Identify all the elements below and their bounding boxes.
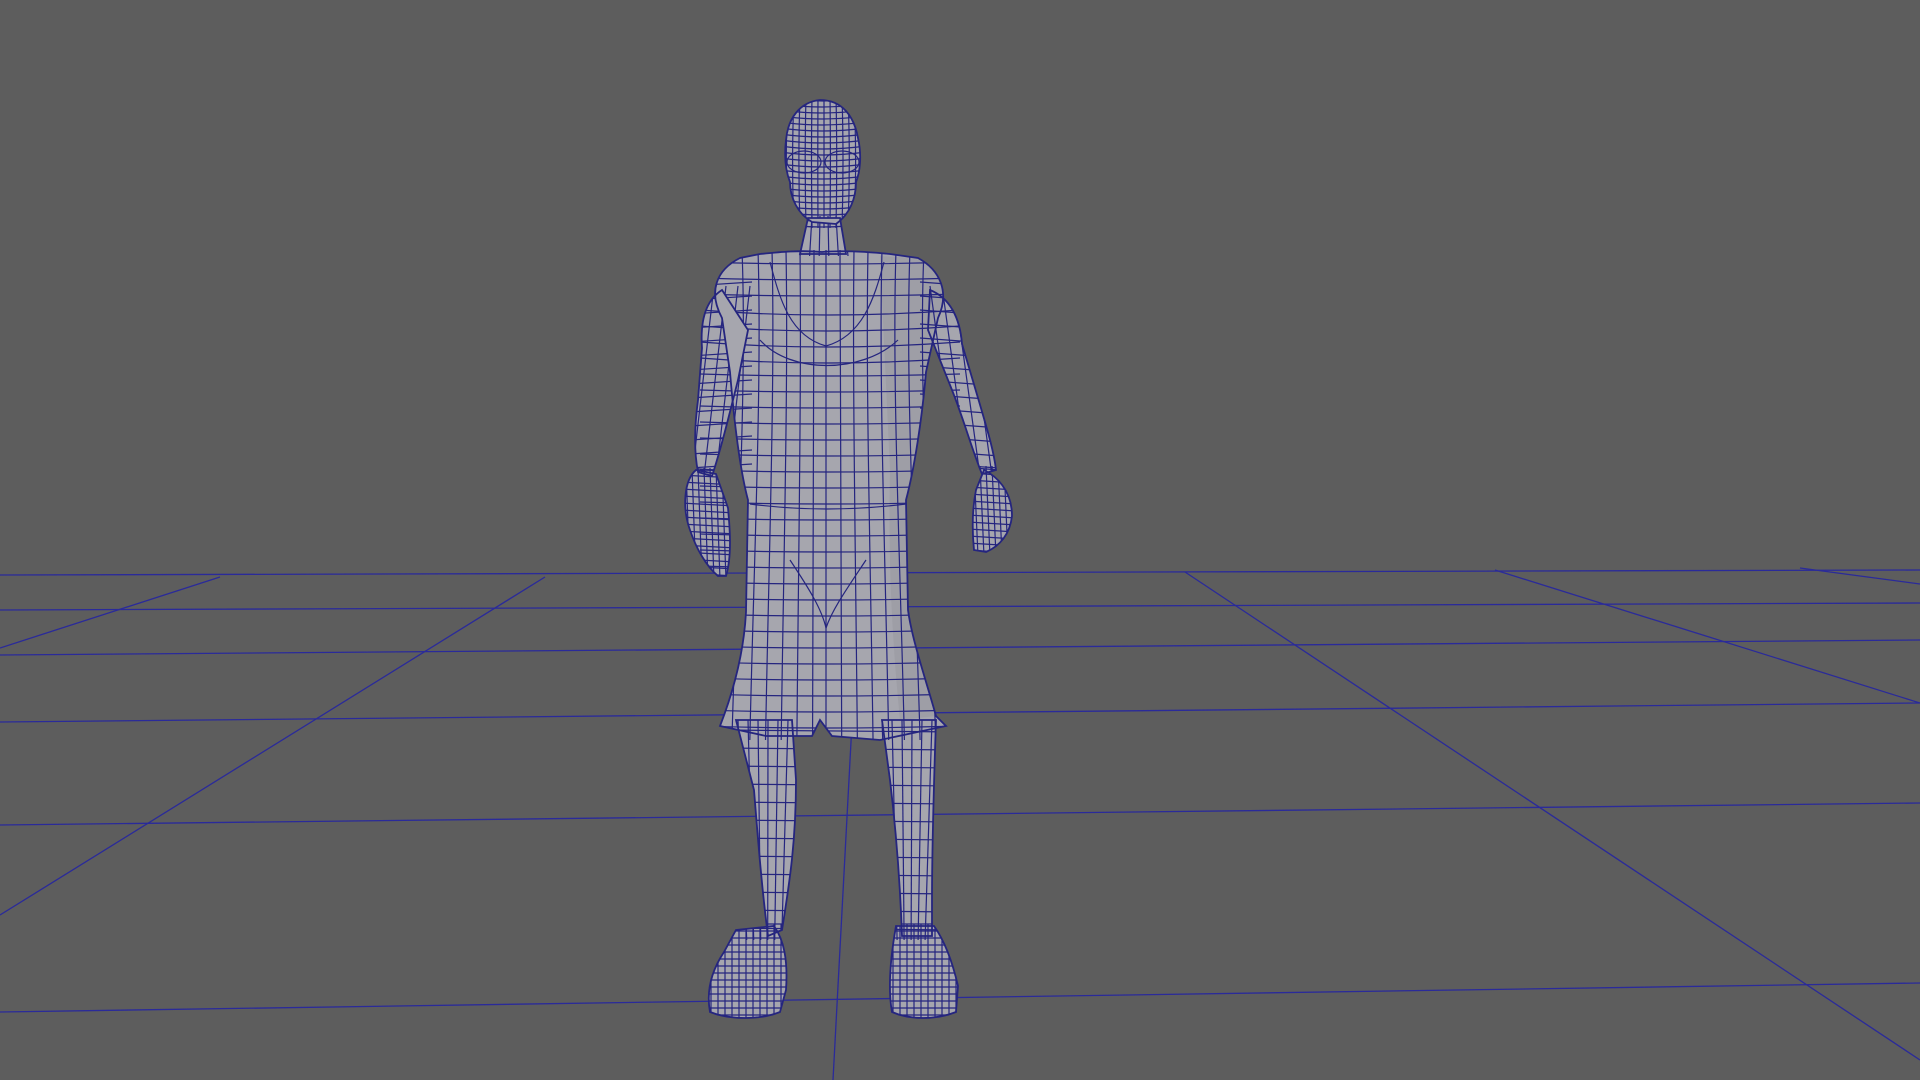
ground-grid xyxy=(0,567,1920,1080)
character-silhouette xyxy=(685,100,1012,1018)
3d-viewport[interactable] xyxy=(0,0,1920,1080)
viewport-canvas[interactable] xyxy=(0,0,1920,1080)
character-model[interactable] xyxy=(680,96,1020,1022)
mesh-legR xyxy=(882,720,936,936)
